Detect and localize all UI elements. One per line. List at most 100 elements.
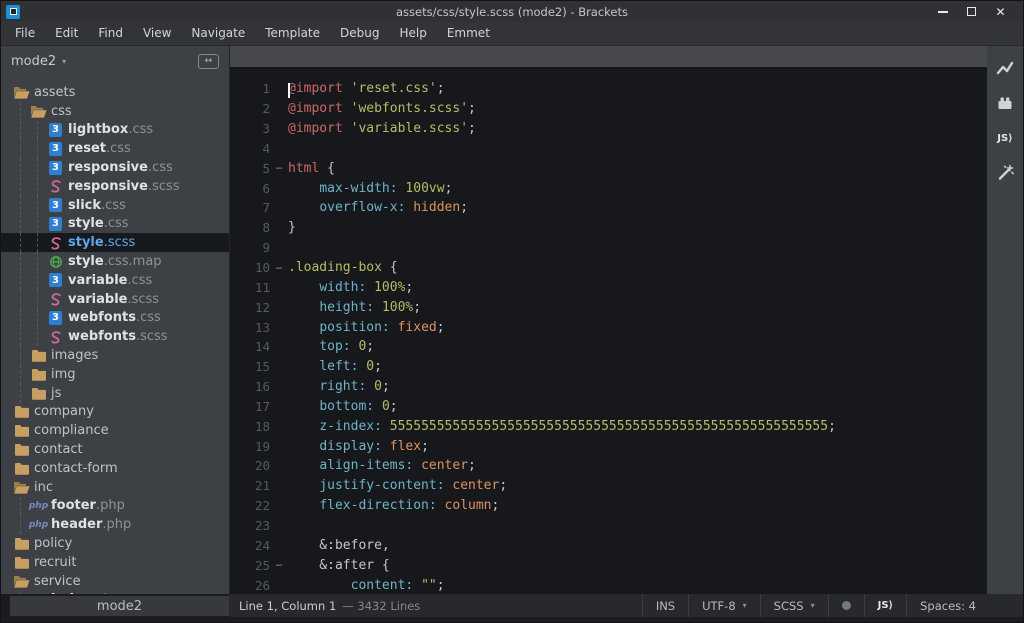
code-line[interactable]: 14 top: 0; xyxy=(230,337,987,357)
tree-item-footer-php[interactable]: phpfooter.php xyxy=(1,497,229,516)
code-line[interactable]: 26 content: ""; xyxy=(230,575,987,594)
js-lint-icon[interactable]: JS⟩ xyxy=(995,128,1015,148)
code-text: right: 0; xyxy=(288,379,390,394)
menu-item-help[interactable]: Help xyxy=(389,22,436,45)
tree-item-compliance[interactable]: compliance xyxy=(1,421,229,440)
tree-item-assets[interactable]: assets xyxy=(1,83,229,102)
code-line[interactable]: 10−.loading-box { xyxy=(230,258,987,278)
menu-item-debug[interactable]: Debug xyxy=(330,22,389,45)
encoding-select[interactable]: UTF-8▾ xyxy=(688,594,760,617)
code-line[interactable]: 6 max-width: 100vw; xyxy=(230,178,987,198)
indent-setting[interactable]: Spaces: 4 xyxy=(906,594,989,617)
tree-item-style-scss[interactable]: style.scss xyxy=(1,233,229,252)
tree-item-label: company xyxy=(34,404,94,419)
folder-icon xyxy=(13,405,30,418)
css3-icon: 3 xyxy=(47,273,64,287)
tree-item-style-css[interactable]: 3style.css xyxy=(1,215,229,234)
menu-item-template[interactable]: Template xyxy=(255,22,330,45)
maximize-button[interactable] xyxy=(957,3,986,21)
tree-item-contact[interactable]: contact xyxy=(1,440,229,459)
code-line[interactable]: 15 left: 0; xyxy=(230,357,987,377)
tree-item-img[interactable]: img xyxy=(1,365,229,384)
line-number: 16 xyxy=(230,379,270,394)
code-line[interactable]: 3@import 'variable.scss'; xyxy=(230,119,987,139)
tree-item-header-php[interactable]: phpheader.php xyxy=(1,515,229,534)
js-status[interactable]: JS⟩ xyxy=(864,594,907,617)
code-line[interactable]: 11 width: 100%; xyxy=(230,277,987,297)
tree-item-inc[interactable]: inc xyxy=(1,478,229,497)
code-line[interactable]: 5−html { xyxy=(230,158,987,178)
tree-item-css[interactable]: css xyxy=(1,102,229,121)
indent-guide xyxy=(37,252,38,271)
fold-marker[interactable]: − xyxy=(270,161,288,175)
code-line[interactable]: 2@import 'webfonts.scss'; xyxy=(230,99,987,119)
tree-item-images[interactable]: images xyxy=(1,346,229,365)
extension-manager-icon[interactable] xyxy=(995,93,1015,113)
line-number: 1 xyxy=(230,81,270,96)
tree-item-js[interactable]: js xyxy=(1,384,229,403)
fold-marker[interactable]: − xyxy=(270,558,288,572)
menu-item-edit[interactable]: Edit xyxy=(45,22,88,45)
fold-marker[interactable]: − xyxy=(270,261,288,275)
code-line[interactable]: 23 xyxy=(230,516,987,536)
language-select[interactable]: SCSS▾ xyxy=(760,594,828,617)
tree-item-label: recruit xyxy=(34,555,77,570)
overwrite-toggle[interactable]: INS xyxy=(642,594,688,617)
indent-guide xyxy=(37,290,38,309)
tree-item-label: index.php xyxy=(51,592,120,594)
code-line[interactable]: 7 overflow-x: hidden; xyxy=(230,198,987,218)
lint-status[interactable] xyxy=(828,594,864,617)
tree-item-responsive-scss[interactable]: responsive.scss xyxy=(1,177,229,196)
tree-item-reset-css[interactable]: 3reset.css xyxy=(1,139,229,158)
tree-item-responsive-css[interactable]: 3responsive.css xyxy=(1,158,229,177)
editor-column: 1 @import 'reset.css'; 2@import 'webfonts.… xyxy=(229,46,987,594)
code-line[interactable]: 18 z-index: 5555555555555555555555555555… xyxy=(230,416,987,436)
code-line[interactable]: 9 xyxy=(230,238,987,258)
minimize-button[interactable] xyxy=(928,3,957,21)
tree-item-service[interactable]: service xyxy=(1,572,229,591)
code-text: @import 'reset.css'; xyxy=(288,81,445,96)
code-line[interactable]: 19 display: flex; xyxy=(230,436,987,456)
close-button[interactable]: ✕ xyxy=(986,3,1015,21)
menu-item-emmet[interactable]: Emmet xyxy=(437,22,500,45)
menu-item-find[interactable]: Find xyxy=(88,22,133,45)
code-line[interactable]: 22 flex-direction: column; xyxy=(230,496,987,516)
menu-item-view[interactable]: View xyxy=(133,22,181,45)
tree-item-webfonts-css[interactable]: 3webfonts.css xyxy=(1,309,229,328)
tree-item-company[interactable]: company xyxy=(1,403,229,422)
activity-icon[interactable] xyxy=(995,58,1015,78)
tree-item-recruit[interactable]: recruit xyxy=(1,553,229,572)
php-icon: php xyxy=(29,520,48,530)
code-line[interactable]: 24 &:before, xyxy=(230,535,987,555)
code-line[interactable]: 12 height: 100%; xyxy=(230,297,987,317)
project-switcher[interactable]: mode2 xyxy=(11,54,56,69)
code-line[interactable]: 21 justify-content: center; xyxy=(230,476,987,496)
beautify-wand-icon[interactable] xyxy=(995,163,1015,183)
tree-item-label: img xyxy=(51,367,76,382)
tree-item-policy[interactable]: policy xyxy=(1,534,229,553)
tree-item-lightbox-css[interactable]: 3lightbox.css xyxy=(1,121,229,140)
tree-item-style-css-map[interactable]: style.css.map xyxy=(1,252,229,271)
code-line[interactable]: 20 align-items: center; xyxy=(230,456,987,476)
tree-item-variable-css[interactable]: 3variable.css xyxy=(1,271,229,290)
tree-item-webfonts-scss[interactable]: webfonts.scss xyxy=(1,327,229,346)
code-text: display: flex; xyxy=(288,439,429,454)
code-line[interactable]: 16 right: 0; xyxy=(230,377,987,397)
line-number: 12 xyxy=(230,300,270,315)
tree-item-slick-css[interactable]: 3slick.css xyxy=(1,196,229,215)
code-line[interactable]: 17 bottom: 0; xyxy=(230,397,987,417)
split-view-button[interactable]: ↔ xyxy=(198,54,219,69)
code-line[interactable]: 1 @import 'reset.css'; xyxy=(230,79,987,99)
tree-item-label: compliance xyxy=(34,423,109,438)
menu-item-navigate[interactable]: Navigate xyxy=(181,22,255,45)
code-line[interactable]: 13 position: fixed; xyxy=(230,317,987,337)
code-line[interactable]: 4 xyxy=(230,139,987,159)
tree-item-index-php[interactable]: phpindex.php xyxy=(1,591,229,594)
menu-item-file[interactable]: File xyxy=(5,22,45,45)
folder-icon xyxy=(30,368,47,381)
tree-item-contact-form[interactable]: contact-form xyxy=(1,459,229,478)
code-line[interactable]: 8} xyxy=(230,218,987,238)
code-editor[interactable]: 1 @import 'reset.css'; 2@import 'webfonts.… xyxy=(230,67,987,594)
code-line[interactable]: 25− &:after { xyxy=(230,555,987,575)
tree-item-variable-scss[interactable]: variable.scss xyxy=(1,290,229,309)
